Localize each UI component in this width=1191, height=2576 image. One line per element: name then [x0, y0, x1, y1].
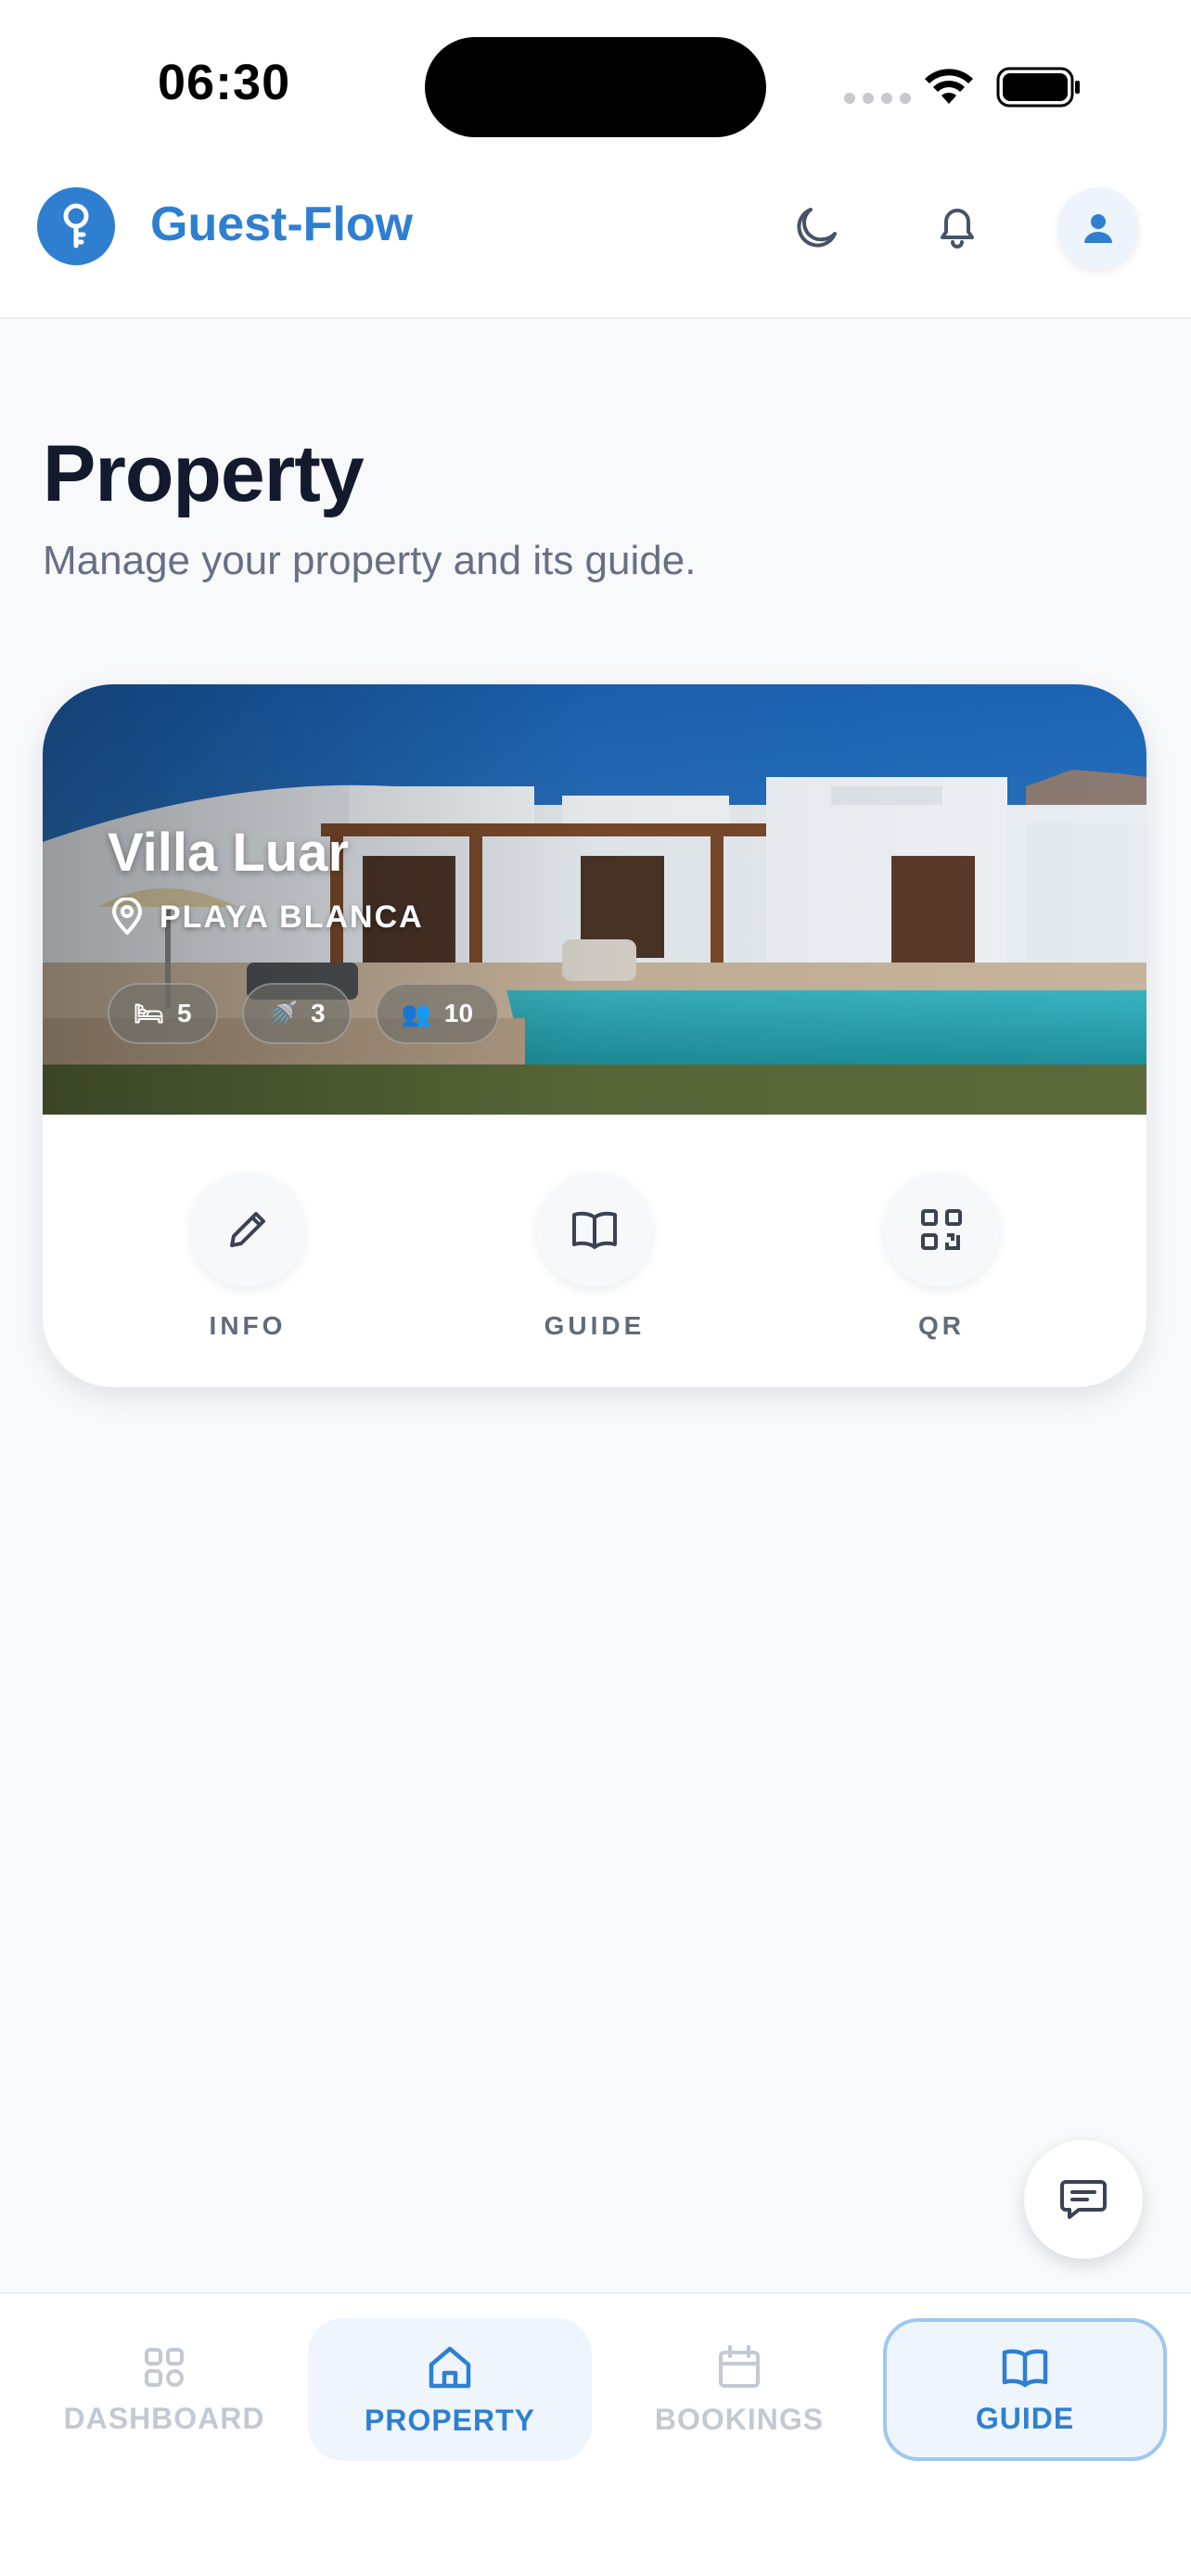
nav-bookings-label: BOOKINGS [654, 2402, 825, 2436]
moon-icon[interactable] [781, 191, 852, 261]
calendar-icon [719, 2344, 760, 2388]
pencil-icon [190, 1172, 305, 1287]
dynamic-island [425, 37, 766, 137]
screen: 06:30 Guest-Flow Property Manage your pr… [0, 0, 1191, 2576]
signal-icon [844, 93, 911, 104]
app-header: Guest-Flow [0, 167, 1191, 319]
page-title: Property [43, 429, 365, 518]
book-icon [1002, 2349, 1048, 2387]
qr-icon [884, 1172, 999, 1287]
guests-value: 10 [443, 999, 474, 1027]
nav-dashboard-label: DASHBOARD [63, 2401, 265, 2435]
stat-chip-bedrooms: 🛏 5 [108, 983, 218, 1044]
wifi-icon [925, 69, 973, 104]
bottom-nav: DASHBOARD PROPERTY BOOKINGS GUIDE [0, 2292, 1191, 2576]
page-subtitle: Manage your property and its guide. [43, 538, 697, 583]
property-actions: INFO GUIDE QR [43, 1172, 1146, 1358]
stat-chip-bathrooms: 🚿 3 [241, 983, 352, 1044]
book-icon [537, 1172, 652, 1287]
guide-button[interactable]: GUIDE [483, 1172, 706, 1341]
stat-chip-guests: 👥 10 [375, 983, 500, 1044]
qr-label: QR [918, 1311, 965, 1340]
status-bar: 06:30 [0, 0, 1191, 167]
nav-guide[interactable]: GUIDE [883, 2318, 1167, 2461]
status-time: 06:30 [158, 55, 291, 110]
user-icon [1084, 214, 1112, 243]
grid-icon [145, 2347, 184, 2387]
property-location: PLAYA BLANCA [108, 898, 424, 937]
home-icon [429, 2346, 471, 2388]
property-card[interactable]: Villa Luar PLAYA BLANCA 🛏 5 🚿 3 👥 10 INF… [43, 684, 1146, 1387]
info-label: INFO [209, 1311, 287, 1340]
avatar[interactable] [1057, 187, 1139, 269]
qr-button[interactable]: QR [830, 1172, 1053, 1341]
map-pin-icon [112, 898, 142, 935]
bedrooms-value: 5 [177, 999, 192, 1027]
nav-dashboard[interactable]: DASHBOARD [22, 2318, 306, 2461]
guests-icon: 👥 [401, 999, 431, 1027]
nav-property-label: PROPERTY [364, 2403, 536, 2437]
brand-name[interactable]: Guest-Flow [150, 197, 413, 252]
nav-guide-label: GUIDE [975, 2401, 1075, 2435]
bell-icon[interactable] [922, 191, 992, 261]
battery-icon [996, 67, 1080, 108]
nav-bookings[interactable]: BOOKINGS [597, 2318, 881, 2461]
key-icon[interactable] [37, 187, 115, 265]
shower-icon: 🚿 [267, 999, 298, 1027]
chat-button[interactable] [1024, 2140, 1143, 2259]
bathrooms-value: 3 [310, 999, 326, 1027]
bed-icon: 🛏 [134, 999, 165, 1027]
guide-label: GUIDE [544, 1311, 646, 1340]
chat-icon [1060, 2180, 1107, 2219]
location-label: PLAYA BLANCA [160, 899, 424, 935]
property-stats: 🛏 5 🚿 3 👥 10 [108, 983, 500, 1044]
property-name: Villa Luar [108, 823, 350, 883]
info-button[interactable]: INFO [136, 1172, 359, 1341]
nav-property[interactable]: PROPERTY [308, 2318, 592, 2461]
